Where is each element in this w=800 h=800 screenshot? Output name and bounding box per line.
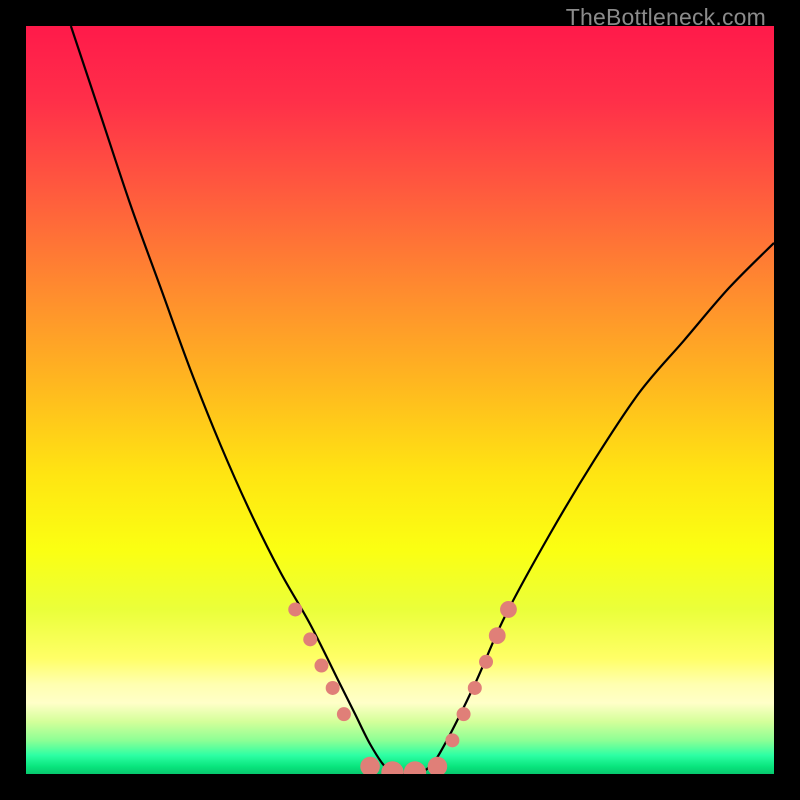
curve-marker [288,602,302,616]
curve-marker [489,627,506,644]
bottleneck-chart [26,26,774,774]
curve-marker [326,681,340,695]
curve-marker [303,632,317,646]
curve-marker [468,681,482,695]
curve-marker [457,707,471,721]
curve-marker [314,659,328,673]
chart-frame [26,26,774,774]
curve-marker [445,733,459,747]
watermark-text: TheBottleneck.com [566,4,766,31]
gradient-background [26,26,774,774]
curve-marker [337,707,351,721]
curve-marker [500,601,517,618]
curve-marker [479,655,493,669]
